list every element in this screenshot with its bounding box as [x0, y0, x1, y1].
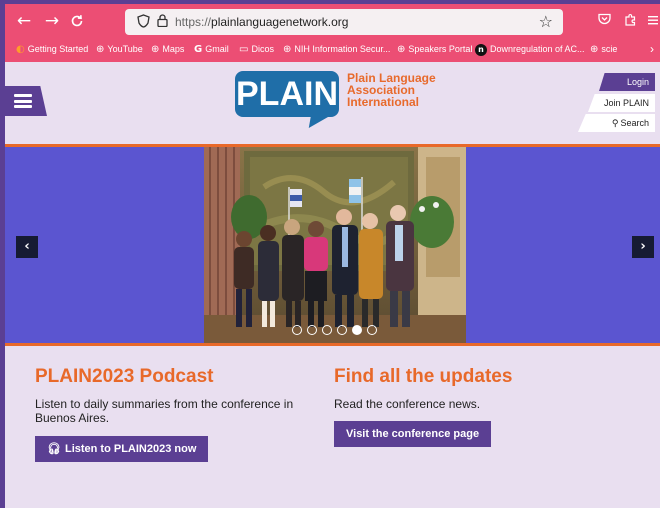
visit-conference-button[interactable]: Visit the conference page [334, 421, 492, 447]
globe-icon: ⊕ [397, 44, 406, 55]
bookmark-label: Dicos [251, 44, 274, 54]
hero-carousel: ‹ › [5, 147, 660, 343]
bookmark-label: Gmail [205, 44, 229, 54]
google-icon: G [194, 44, 203, 55]
extensions-icon[interactable] [624, 13, 637, 30]
globe-icon: ⊕ [283, 44, 292, 55]
n-icon: n [475, 44, 487, 56]
podcast-description: Listen to daily summaries from the confe… [35, 397, 294, 425]
url-text[interactable]: https://plainlanguagenetwork.org [175, 15, 348, 29]
bookmark-getting-started[interactable]: ◐ Getting Started [16, 44, 88, 55]
bookmark-label: Speakers Portal [408, 44, 473, 54]
menu-icon[interactable] [648, 13, 658, 29]
org-name: Plain Language Association International [347, 72, 436, 108]
carousel-dot-1[interactable] [292, 325, 302, 335]
login-button[interactable]: Login [599, 73, 655, 91]
chevron-right-icon: › [640, 239, 646, 254]
bookmark-dicos[interactable]: ▭ Dicos [239, 44, 274, 55]
shield-icon[interactable] [137, 14, 150, 32]
more-bookmarks-chevron[interactable]: › [650, 42, 654, 56]
bookmark-label: scie [601, 44, 618, 54]
bookmark-label: Maps [162, 44, 185, 54]
group-photo-illustration [204, 147, 466, 343]
folder-icon: ▭ [239, 44, 249, 55]
bookmark-gmail[interactable]: G Gmail [194, 44, 229, 55]
browser-window: ← → https://plainlanguagenetwork.org ☆ ◐… [5, 4, 660, 508]
carousel-dot-2[interactable] [307, 325, 317, 335]
carousel-dot-5[interactable] [352, 325, 362, 335]
browser-toolbar: ← → https://plainlanguagenetwork.org ☆ [5, 4, 660, 40]
carousel-dot-3[interactable] [322, 325, 332, 335]
promo-section: PLAIN2023 Podcast Listen to daily summar… [5, 346, 660, 508]
bookmark-label: Getting Started [27, 44, 89, 54]
logo-text: PLAIN [236, 75, 338, 113]
listen-podcast-label: Listen to PLAIN2023 now [64, 443, 197, 455]
globe-icon: ⊕ [96, 44, 105, 55]
carousel-dot-6[interactable] [367, 325, 377, 335]
carousel-next-button[interactable]: › [632, 236, 654, 258]
lock-icon[interactable] [157, 14, 168, 31]
search-button[interactable]: ⚲ Search [578, 114, 655, 132]
forward-button[interactable]: → [43, 12, 61, 30]
podcast-title: PLAIN2023 Podcast [35, 366, 214, 387]
bookmark-nih[interactable]: ⊕ NIH Information Secur... [283, 44, 390, 55]
bookmark-downregulation[interactable]: n Downregulation of AC... [475, 44, 585, 56]
bookmarks-bar: ◐ Getting Started ⊕ YouTube ⊕ Maps G Gmail ▭… [5, 40, 660, 62]
listen-podcast-button[interactable]: 🎧︎ Listen to PLAIN2023 now [35, 436, 209, 462]
search-icon: ⚲ [611, 119, 619, 129]
updates-description: Read the conference news. [334, 397, 481, 411]
chevron-left-icon: ‹ [24, 239, 30, 254]
bookmark-scie[interactable]: ⊕ scie [590, 44, 617, 55]
reload-icon [71, 15, 83, 27]
bookmark-youtube[interactable]: ⊕ YouTube [96, 44, 143, 55]
url-host: plainlanguagenetwork.org [211, 15, 349, 29]
pocket-icon[interactable] [598, 13, 611, 29]
join-button[interactable]: Join PLAIN [588, 94, 655, 112]
bookmark-label: YouTube [107, 44, 143, 54]
carousel-prev-button[interactable]: ‹ [16, 236, 38, 258]
updates-title: Find all the updates [334, 366, 513, 387]
carousel-photo [204, 147, 466, 343]
org-name-line3: International [347, 95, 420, 109]
bookmark-label: Downregulation of AC... [490, 44, 585, 54]
bookmark-maps[interactable]: ⊕ Maps [151, 44, 184, 55]
url-prefix: https:// [175, 15, 212, 29]
back-button[interactable]: ← [15, 12, 33, 30]
hamburger-menu-button[interactable] [5, 86, 47, 116]
reload-button[interactable] [68, 12, 86, 30]
globe-icon: ⊕ [590, 44, 599, 55]
bookmark-label: NIH Information Secur... [294, 44, 391, 54]
headphones-icon: 🎧︎ [47, 442, 61, 455]
address-bar[interactable]: https://plainlanguagenetwork.org ☆ [125, 9, 563, 35]
search-label: Search [620, 118, 649, 128]
bookmark-speakers-portal[interactable]: ⊕ Speakers Portal [397, 44, 472, 55]
star-icon[interactable]: ☆ [539, 12, 553, 31]
firefox-icon: ◐ [16, 44, 25, 55]
globe-icon: ⊕ [151, 44, 160, 55]
site-header: PLAIN Plain Language Association Interna… [5, 62, 660, 144]
carousel-dot-4[interactable] [337, 325, 347, 335]
plain-logo[interactable]: PLAIN [235, 71, 339, 117]
hamburger-icon [14, 94, 32, 108]
